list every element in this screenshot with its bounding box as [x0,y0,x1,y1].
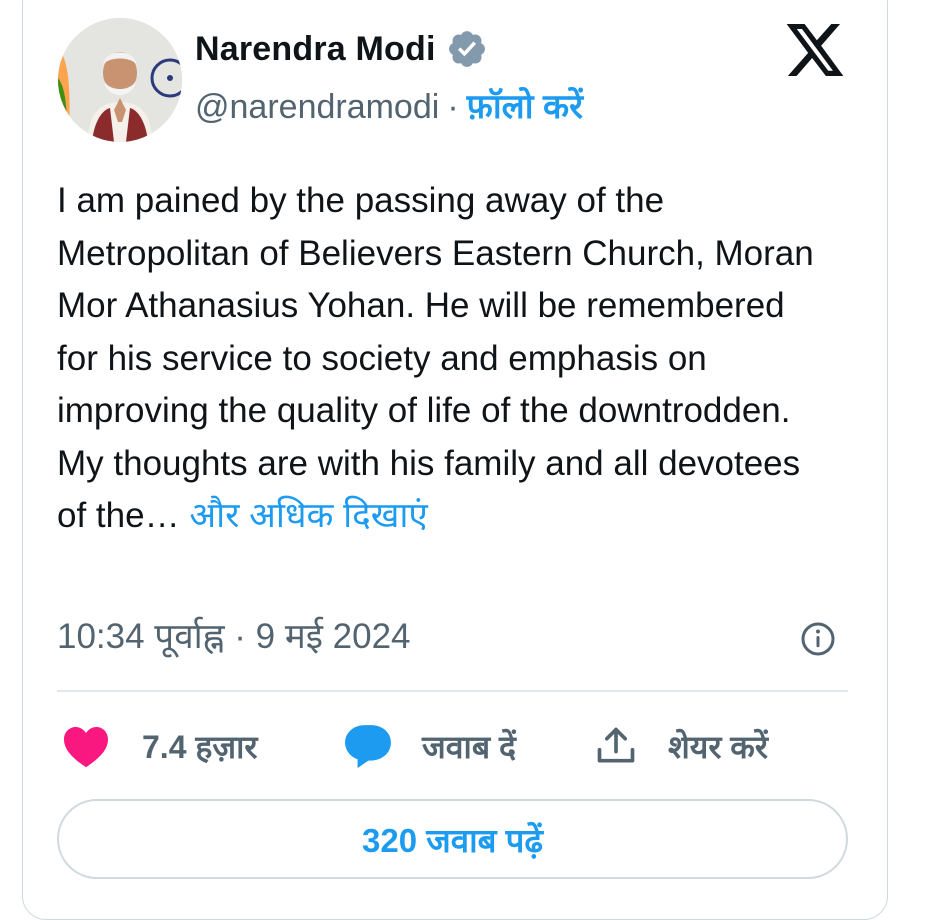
heart-icon [64,727,108,768]
verified-badge-icon [448,31,485,67]
timestamp-separator: · [234,617,246,656]
handle-row: @narendramodi · फ़ॉलो करें [195,82,583,128]
share-upload-icon [597,727,635,763]
share-button[interactable]: शेयर करें [594,722,768,770]
author-handle[interactable]: @narendramodi [195,88,439,126]
profile-photo [58,18,182,142]
tweet-date[interactable]: 9 मई 2024 [256,617,411,656]
like-button[interactable]: 7.4 हज़ार [62,722,258,770]
handle-separator: · [447,88,459,126]
x-logo-icon[interactable] [786,24,844,76]
tweet-body: I am pained by the passing away of the M… [57,181,814,535]
follow-button[interactable]: फ़ॉलो करें [467,88,583,126]
like-count: 7.4 हज़ार [142,728,258,765]
tweet-time[interactable]: 10:34 पूर्वाह्न [57,617,225,656]
tweet-text: I am pained by the passing away of the M… [57,175,817,543]
read-replies-button[interactable]: 320 जवाब पढ़ें [57,799,848,879]
reply-label: जवाब दें [422,728,516,765]
show-more-link[interactable]: और अधिक दिखाएं [189,496,427,535]
divider [57,690,848,692]
read-replies-label: 320 जवाब पढ़ें [362,821,543,859]
speech-bubble-icon [345,725,391,769]
share-label: शेयर करें [668,728,768,765]
info-icon[interactable] [800,621,836,657]
author-name-row[interactable]: Narendra Modi [195,28,488,70]
reply-button[interactable]: जवाब दें [343,722,516,770]
avatar[interactable] [58,18,182,142]
author-name[interactable]: Narendra Modi [195,30,436,69]
tweet-timestamp[interactable]: 10:34 पूर्वाह्न · 9 मई 2024 [57,612,411,659]
